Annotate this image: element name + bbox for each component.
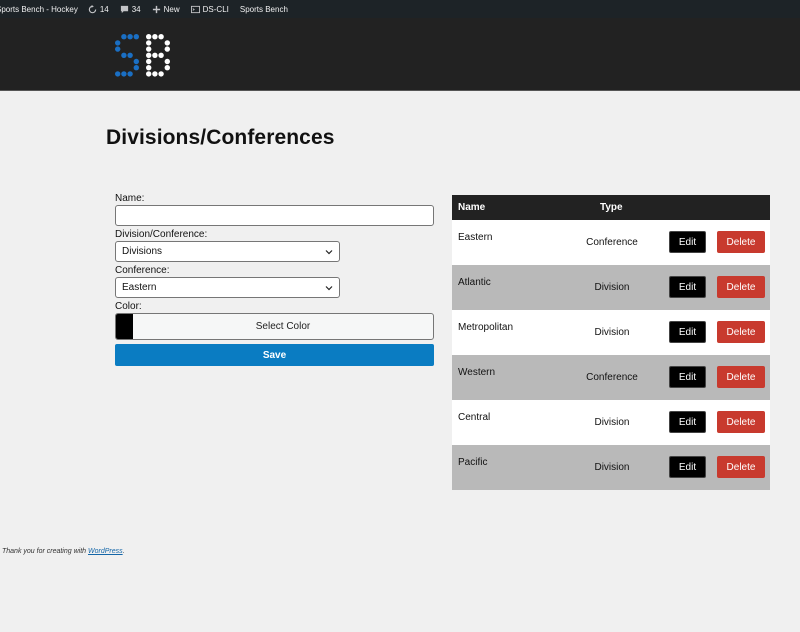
edit-button[interactable]: Edit [669,411,706,433]
wordpress-link[interactable]: WordPress [88,548,123,555]
terminal-icon [190,5,200,13]
header-name: Name [458,202,486,213]
chevron-down-icon [325,249,333,254]
name-input[interactable] [115,205,434,226]
sports-bench-logo[interactable] [113,30,173,80]
delete-button[interactable]: Delete [717,321,765,343]
edit-button[interactable]: Edit [669,321,706,343]
type-label: Division/Conference: [115,229,208,240]
comment-icon [120,5,128,13]
table-row: Western Conference Edit Delete [452,355,770,400]
row-type: Division [594,417,630,428]
admin-bar-sports-bench[interactable]: Sports Bench [240,5,288,14]
table-row: Pacific Division Edit Delete [452,445,770,490]
type-select-value: Divisions [122,246,163,257]
row-name: Atlantic [458,277,491,288]
table-header: Name Type [452,195,770,220]
delete-button[interactable]: Delete [717,456,765,478]
edit-button[interactable]: Edit [669,456,706,478]
footer-text: Thank you for creating with [2,548,87,555]
row-type: Division [594,282,630,293]
name-label: Name: [115,193,145,204]
updates-icon [88,4,97,13]
table-row: Central Division Edit Delete [452,400,770,445]
footer-suffix: . [122,548,125,555]
admin-footer: Thank you for creating with WordPress. [2,548,125,555]
conference-select[interactable]: Eastern [115,277,340,298]
conference-label: Conference: [115,265,170,276]
row-type: Division [594,327,630,338]
row-type: Conference [586,372,638,383]
plus-icon [152,5,160,13]
row-name: Central [458,412,491,423]
delete-button[interactable]: Delete [717,366,765,388]
type-select[interactable]: Divisions [115,241,340,262]
delete-button[interactable]: Delete [717,411,765,433]
table-row: Atlantic Division Edit Delete [452,265,770,310]
row-name: Western [458,367,496,378]
row-name: Eastern [458,232,493,243]
table-row: Eastern Conference Edit Delete [452,220,770,265]
page-title: Divisions/Conferences [106,126,335,149]
select-color-label: Select Color [255,321,311,332]
header-type: Type [600,202,623,213]
edit-button[interactable]: Edit [669,231,706,253]
edit-button[interactable]: Edit [669,276,706,298]
table-row: Metropolitan Division Edit Delete [452,310,770,355]
row-type: Division [594,462,630,473]
chevron-down-icon [325,285,333,290]
row-name: Metropolitan [458,322,514,333]
admin-bar-new[interactable]: New [152,5,180,14]
edit-button[interactable]: Edit [669,366,706,388]
color-swatch [116,314,133,339]
color-label: Color: [115,301,142,312]
row-name: Pacific [458,457,488,468]
save-button[interactable]: Save [115,344,434,366]
delete-button[interactable]: Delete [717,276,765,298]
divisions-table: Name Type Eastern Conference Edit Delete… [452,195,770,490]
division-form: Name: Division/Conference: Divisions Con… [115,190,434,366]
admin-bar-cli[interactable]: DS-CLI [190,5,229,14]
site-header [0,18,800,91]
delete-button[interactable]: Delete [717,231,765,253]
admin-bar-site-name[interactable]: Sports Bench - Hockey [0,5,78,14]
row-type: Conference [586,237,638,248]
color-picker-button[interactable]: Select Color [115,313,434,340]
admin-bar: Sports Bench - Hockey 14 34 New DS-CLI S… [0,0,800,18]
conference-select-value: Eastern [122,282,157,293]
admin-bar-updates[interactable]: 14 [88,4,109,14]
admin-bar-comments[interactable]: 34 [120,5,141,14]
